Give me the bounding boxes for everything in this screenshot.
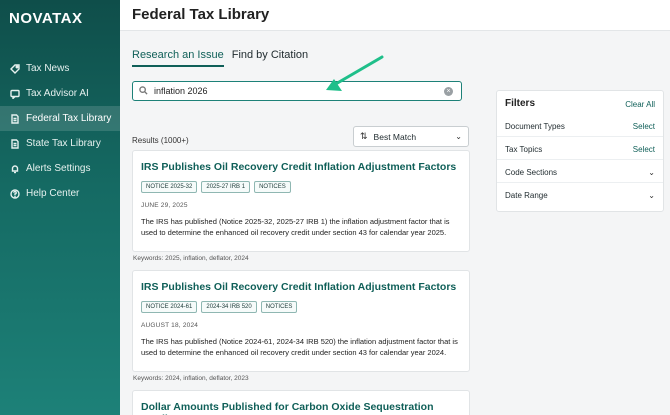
filter-label: Date Range (505, 190, 548, 200)
result-card[interactable]: IRS Publishes Oil Recovery Credit Inflat… (132, 150, 470, 252)
result-title[interactable]: IRS Publishes Oil Recovery Credit Inflat… (141, 281, 461, 293)
filter-date-range[interactable]: Date Range ⌄ (505, 189, 655, 201)
divider (497, 182, 663, 183)
clear-icon[interactable]: × (444, 86, 453, 96)
sidebar-item-tax-news[interactable]: Tax News (0, 56, 120, 81)
sort-label: Best Match (373, 131, 417, 142)
tag-list: NOTICE 2024-61 2024-34 IRB 520 NOTICES (141, 301, 461, 313)
sort-dropdown[interactable]: ⇅ Best Match ⌄ (353, 126, 469, 147)
result-card[interactable]: Dollar Amounts Published for Carbon Oxid… (132, 390, 470, 415)
result-summary: The IRS has published (Notice 2025-32, 2… (141, 217, 450, 237)
search-input[interactable] (154, 86, 444, 96)
divider (497, 136, 663, 137)
result-title[interactable]: IRS Publishes Oil Recovery Credit Inflat… (141, 161, 461, 173)
result-title[interactable]: Dollar Amounts Published for Carbon Oxid… (141, 401, 461, 415)
main-content: Research an Issue Find by Citation × Res… (120, 31, 490, 415)
sidebar-item-federal-tax-library[interactable]: Federal Tax Library (0, 106, 120, 131)
result-tag[interactable]: NOTICE 2025-32 (141, 181, 198, 193)
filter-label: Document Types (505, 121, 565, 131)
sidebar-item-label: Tax Advisor AI (26, 88, 89, 99)
filters-title: Filters (505, 98, 536, 109)
result-card[interactable]: IRS Publishes Oil Recovery Credit Inflat… (132, 270, 470, 372)
sidebar-item-label: Help Center (26, 188, 80, 199)
chat-icon (10, 89, 20, 100)
tab-find-by-citation[interactable]: Find by Citation (232, 49, 308, 67)
sort-icon: ⇅ (360, 131, 368, 141)
result-tag[interactable]: NOTICES (254, 181, 291, 193)
result-keywords: Keywords: 2024, inflation, deflator, 202… (133, 375, 249, 382)
bell-icon (10, 164, 20, 174)
annotation-arrow (326, 55, 384, 91)
brand-logo[interactable]: NOVATAX (9, 10, 83, 27)
page-title: Federal Tax Library (132, 6, 270, 23)
result-tag[interactable]: NOTICE 2024-61 (141, 301, 198, 313)
document-icon (10, 113, 20, 124)
tab-bar: Research an Issue Find by Citation (132, 49, 308, 67)
sidebar-item-alerts-settings[interactable]: Alerts Settings (0, 156, 120, 181)
result-tag[interactable]: 2024-34 IRB 520 (201, 301, 257, 313)
filter-label: Code Sections (505, 167, 558, 177)
select-link[interactable]: Select (633, 122, 655, 131)
sidebar-item-tax-advisor-ai[interactable]: Tax Advisor AI (0, 81, 120, 106)
sidebar-nav: Tax News Tax Advisor AI Federal Tax Libr… (0, 56, 120, 206)
filter-code-sections[interactable]: Code Sections ⌄ (505, 166, 655, 178)
chevron-down-icon: ⌄ (455, 132, 462, 141)
result-tag[interactable]: 2025-27 IRB 1 (201, 181, 251, 193)
sidebar-item-label: State Tax Library (26, 138, 101, 149)
select-link[interactable]: Select (633, 145, 655, 154)
clear-all-button[interactable]: Clear All (625, 100, 655, 109)
filter-tax-topics[interactable]: Tax Topics Select (505, 143, 655, 155)
tab-research-an-issue[interactable]: Research an Issue (132, 49, 224, 67)
result-summary: The IRS has published (Notice 2024-61, 2… (141, 337, 458, 357)
sidebar-item-label: Alerts Settings (26, 163, 91, 174)
sidebar-item-help-center[interactable]: Help Center (0, 181, 120, 206)
filters-panel: Filters Clear All Document Types Select … (496, 90, 664, 212)
sidebar-item-state-tax-library[interactable]: State Tax Library (0, 131, 120, 156)
sidebar-item-label: Federal Tax Library (26, 113, 112, 124)
filter-document-types[interactable]: Document Types Select (505, 120, 655, 132)
sidebar-item-label: Tax News (26, 63, 70, 74)
results-count: Results (1000+) (132, 136, 189, 145)
result-date: AUGUST 18, 2024 (141, 322, 199, 329)
filter-label: Tax Topics (505, 144, 543, 154)
search-icon (139, 82, 148, 100)
result-date: JUNE 29, 2025 (141, 202, 188, 209)
tag-list: NOTICE 2025-32 2025-27 IRB 1 NOTICES (141, 181, 461, 193)
chevron-down-icon[interactable]: ⌄ (648, 168, 655, 177)
sidebar: NOVATAX Tax News Tax Advisor AI Federal … (0, 0, 120, 415)
chevron-down-icon[interactable]: ⌄ (648, 191, 655, 200)
divider (497, 159, 663, 160)
search-bar[interactable]: × (132, 81, 462, 101)
result-keywords: Keywords: 2025, inflation, deflator, 202… (133, 255, 249, 262)
help-icon (10, 188, 20, 199)
result-tag[interactable]: NOTICES (260, 301, 298, 313)
document-icon (10, 138, 20, 149)
tag-icon (10, 63, 20, 74)
top-header: Federal Tax Library (120, 0, 670, 31)
